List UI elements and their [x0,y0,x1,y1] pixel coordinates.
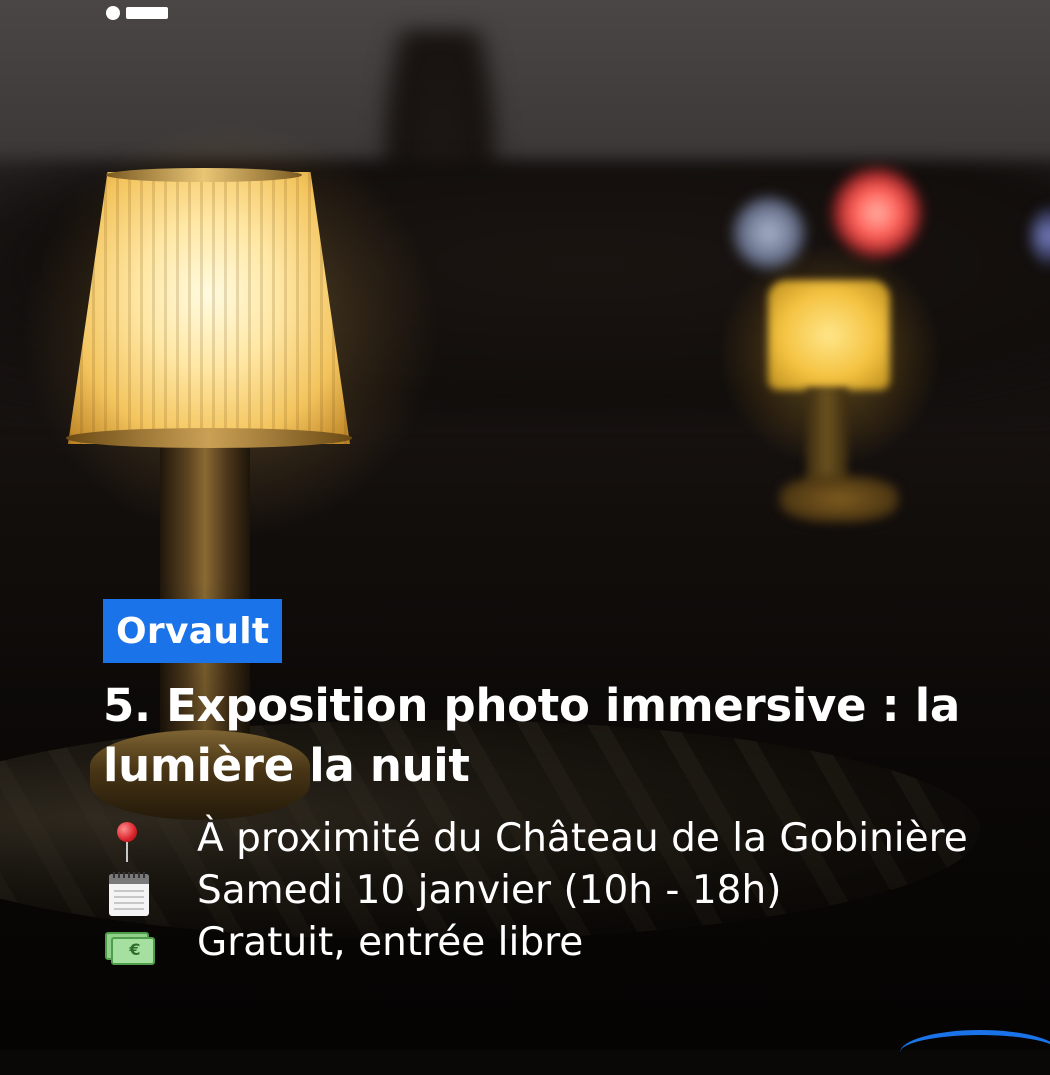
detail-date-text: Samedi 10 janvier (10h - 18h) [197,868,782,913]
detail-location-row: À proximité du Château de la Gobinière [103,814,1003,866]
event-title: 5. Exposition photo immersive : la lumiè… [103,679,960,792]
brand-logo-dot [106,6,120,20]
detail-price-text: Gratuit, entrée libre [197,920,584,965]
round-pushpin-icon [103,822,147,866]
corner-accent-swoosh [900,1030,1050,1075]
location-tag: Orvault [103,599,283,663]
detail-location-text: À proximité du Château de la Gobinière [197,816,968,861]
brand-logo-bar [126,7,168,19]
detail-price-row: € Gratuit, entrée libre [103,918,1003,970]
brand-logo-icon [106,6,168,20]
detail-date-row: Samedi 10 janvier (10h - 18h) [103,866,1003,918]
euro-banknote-icon: € [105,932,155,965]
calendar-icon [109,872,149,916]
event-details: À proximité du Château de la Gobinière S… [103,814,1003,970]
